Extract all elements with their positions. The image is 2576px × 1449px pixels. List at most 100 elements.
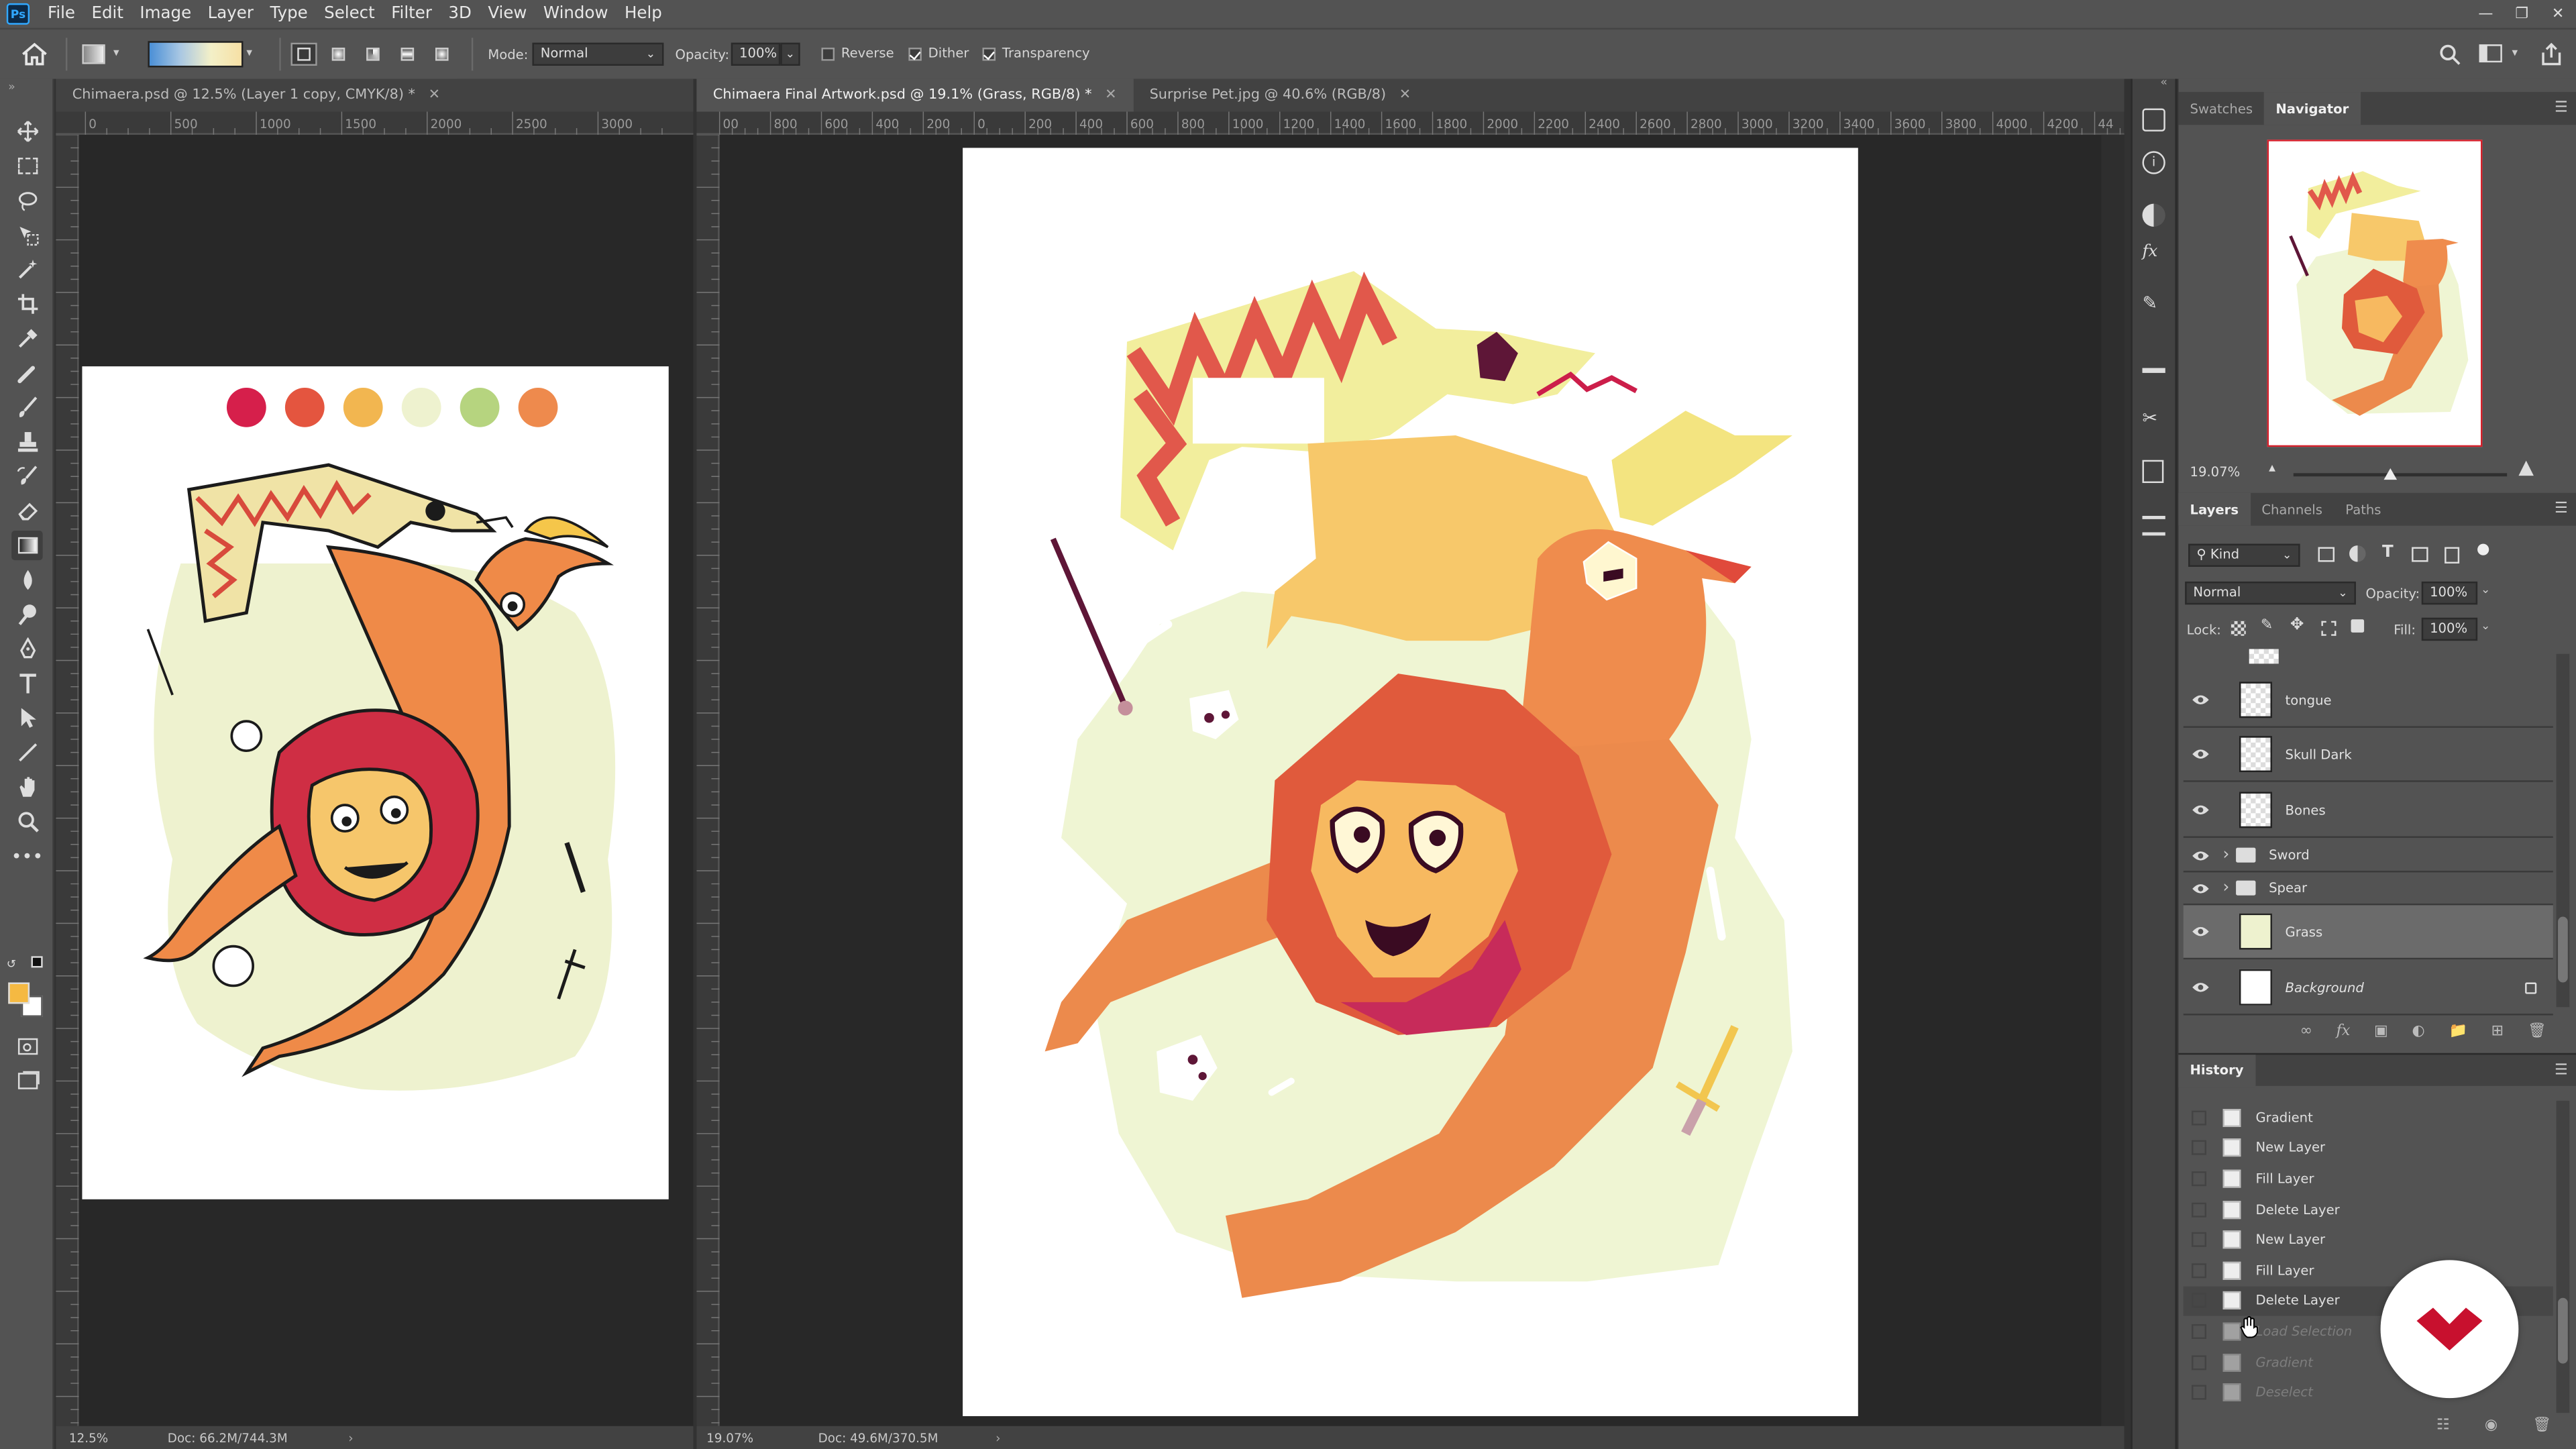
menu-3d[interactable]: 3D: [440, 5, 480, 23]
info-icon[interactable]: i: [2142, 151, 2165, 174]
layers-scrollbar[interactable]: [2556, 653, 2570, 1008]
menu-edit[interactable]: Edit: [83, 5, 131, 23]
layer-name[interactable]: Bones: [2286, 802, 2326, 817]
default-colors-icon[interactable]: [31, 956, 43, 968]
minimize-window-button[interactable]: —: [2467, 6, 2504, 22]
tools-presets-icon[interactable]: ✂: [2142, 407, 2157, 429]
angle-gradient-button[interactable]: [360, 43, 386, 66]
screen-mode-icon[interactable]: [11, 1066, 43, 1095]
navigator-zoom-slider[interactable]: [2293, 468, 2508, 480]
document-tab-0[interactable]: Chimaera Final Artwork.psd @ 19.1% (Gras…: [696, 78, 1134, 112]
history-brush-source-box[interactable]: [2191, 1354, 2207, 1370]
tab-history[interactable]: History: [2178, 1054, 2255, 1087]
brush-settings-icon[interactable]: ✎: [2142, 292, 2157, 314]
opacity-field[interactable]: 100%: [731, 42, 781, 66]
transparency-checkbox-box[interactable]: [982, 46, 996, 60]
layer-row[interactable]: › Sword: [2183, 839, 2553, 873]
tab-swatches[interactable]: Swatches: [2178, 92, 2264, 125]
home-icon[interactable]: [21, 42, 48, 71]
layer-row[interactable]: Grass: [2183, 905, 2553, 960]
zoom-tool-icon[interactable]: [11, 806, 43, 836]
expand-group-chevron-icon[interactable]: ›: [2222, 846, 2229, 864]
hand-tool-icon[interactable]: [11, 772, 43, 802]
history-brush-source-box[interactable]: [2191, 1385, 2207, 1401]
gradient-tool-preset-icon[interactable]: [82, 44, 105, 64]
clone-stamp-tool-icon[interactable]: [11, 427, 43, 457]
type-filter-icon[interactable]: T: [2382, 544, 2394, 562]
object-selection-tool-icon[interactable]: [11, 220, 43, 250]
line-tool-icon[interactable]: [11, 738, 43, 767]
history-brush-source-box[interactable]: [2191, 1171, 2207, 1187]
menu-layer[interactable]: Layer: [199, 5, 262, 23]
layer-row[interactable]: tongue: [2183, 674, 2553, 728]
layer-name[interactable]: Background: [2286, 980, 2364, 995]
visibility-eye-icon[interactable]: [2184, 747, 2216, 761]
document-tab-1[interactable]: Surprise Pet.jpg @ 40.6% (RGB/8) ✕: [1133, 79, 1428, 112]
zoom-slider-thumb[interactable]: [2383, 468, 2396, 480]
menu-window[interactable]: Window: [535, 5, 616, 23]
tab-channels[interactable]: Channels: [2250, 493, 2334, 526]
path-selection-tool-icon[interactable]: [11, 703, 43, 733]
history-brush-source-box[interactable]: [2191, 1201, 2207, 1217]
menu-image[interactable]: Image: [131, 5, 199, 23]
document-tab-chimaera[interactable]: Chimaera.psd @ 12.5% (Layer 1 copy, CMYK…: [56, 78, 457, 112]
mode-dropdown[interactable]: Normal ⌄: [532, 42, 664, 66]
layer-opacity-field[interactable]: 100%: [2421, 581, 2478, 605]
menu-view[interactable]: View: [480, 5, 535, 23]
brush-tool-icon[interactable]: [11, 392, 43, 422]
panel-menu-icon[interactable]: ☰: [2555, 501, 2568, 517]
magic-wand-tool-icon[interactable]: [11, 255, 43, 284]
link-layers-icon[interactable]: ∞: [2300, 1024, 2312, 1040]
gradient-tool-icon[interactable]: [11, 531, 43, 561]
foreground-color-swatch[interactable]: [8, 982, 30, 1004]
visibility-eye-icon[interactable]: [2184, 981, 2216, 994]
layer-row[interactable]: Bones: [2183, 784, 2553, 838]
main-zoom-level[interactable]: 19.07%: [706, 1430, 818, 1445]
share-icon[interactable]: [2540, 42, 2563, 71]
workspace-icon[interactable]: [2479, 44, 2502, 63]
layer-name[interactable]: Sword: [2269, 848, 2310, 863]
diamond-gradient-button[interactable]: [429, 43, 455, 66]
dither-checkbox-box[interactable]: [908, 46, 922, 60]
chevron-down-icon[interactable]: ▾: [113, 46, 119, 60]
status-chevron-icon[interactable]: ›: [996, 1430, 1000, 1445]
history-brush-source-box[interactable]: [2191, 1110, 2207, 1126]
gradient-picker-chevron-icon[interactable]: ▾: [246, 46, 252, 60]
blend-mode-dropdown[interactable]: Normal ⌄: [2185, 581, 2356, 605]
move-tool-icon[interactable]: [11, 117, 43, 146]
menu-file[interactable]: File: [40, 5, 83, 23]
layer-row[interactable]: › Spear: [2183, 872, 2553, 906]
history-scrollbar[interactable]: [2556, 1100, 2570, 1413]
menu-type[interactable]: Type: [262, 5, 316, 23]
workspace-chevron-icon[interactable]: ▾: [2512, 46, 2518, 60]
gradient-editor-swatch[interactable]: [148, 41, 244, 68]
vertical-scrollbar[interactable]: [2101, 134, 2125, 1426]
visibility-eye-icon[interactable]: [2184, 849, 2216, 862]
new-adjustment-layer-icon[interactable]: ◐: [2412, 1024, 2425, 1040]
lock-transparent-icon[interactable]: [2231, 621, 2246, 636]
visibility-eye-icon[interactable]: [2184, 693, 2216, 706]
left-zoom-level[interactable]: 12.5%: [69, 1430, 168, 1445]
lock-all-icon[interactable]: [2351, 619, 2365, 633]
history-state[interactable]: New Layer: [2184, 1133, 2553, 1164]
adjustments-icon[interactable]: [2142, 203, 2165, 227]
tab-paths[interactable]: Paths: [2334, 493, 2393, 526]
history-brush-source-box[interactable]: [2191, 1263, 2207, 1278]
search-icon[interactable]: [2438, 43, 2461, 71]
lock-paint-icon[interactable]: ✎: [2261, 618, 2273, 634]
history-brush-source-box[interactable]: [2191, 1293, 2207, 1309]
lock-artboard-icon[interactable]: [2321, 621, 2337, 636]
reverse-checkbox[interactable]: Reverse: [821, 46, 894, 61]
history-state[interactable]: Gradient: [2184, 1102, 2553, 1133]
collapse-panels-icon[interactable]: «: [2160, 76, 2167, 89]
visibility-eye-icon[interactable]: [2184, 804, 2216, 817]
smart-object-filter-icon[interactable]: [2445, 547, 2460, 564]
pixel-filter-icon[interactable]: [2318, 547, 2335, 562]
radial-gradient-button[interactable]: [325, 43, 352, 66]
dither-checkbox[interactable]: Dither: [908, 46, 969, 61]
styles-icon[interactable]: fx: [2142, 243, 2157, 261]
visibility-eye-icon[interactable]: [2184, 925, 2216, 938]
spot-healing-brush-icon[interactable]: [11, 358, 43, 388]
more-tools-icon[interactable]: •••: [11, 841, 44, 871]
zoom-out-icon[interactable]: ▴: [2269, 460, 2275, 475]
